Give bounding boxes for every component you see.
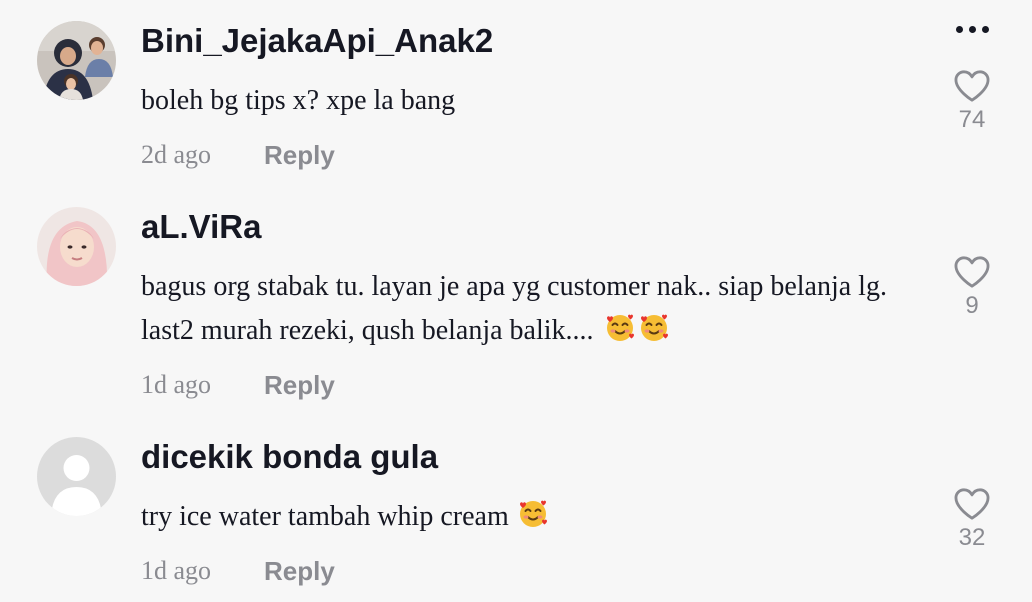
comment-meta: 2d ago Reply	[141, 138, 335, 172]
heart-outline-icon	[953, 69, 991, 103]
comment-text-content: try ice water tambah whip cream	[141, 501, 509, 532]
comment-meta: 1d ago Reply	[141, 368, 335, 402]
like-count: 32	[958, 524, 986, 551]
comment-username[interactable]: dicekik bonda gula	[141, 437, 438, 477]
avatar[interactable]	[37, 21, 116, 100]
comment-text: boleh bg tips x? xpe la bang	[141, 79, 901, 123]
more-options-button[interactable]	[948, 18, 996, 40]
reply-button[interactable]: Reply	[264, 370, 335, 401]
avatar[interactable]	[37, 207, 116, 286]
heart-outline-icon	[953, 487, 991, 521]
comment-meta: 1d ago Reply	[141, 554, 335, 588]
reply-button[interactable]: Reply	[264, 556, 335, 587]
like-count: 9	[965, 292, 979, 319]
comment-text-content: bagus org stabak tu. layan je apa yg cus…	[141, 271, 887, 346]
comment-text: try ice water tambah whip cream	[141, 495, 901, 539]
smiling-face-with-hearts-icon	[604, 311, 636, 343]
more-dot	[955, 25, 963, 33]
comment-text-content: boleh bg tips x? xpe la bang	[141, 85, 456, 116]
like-button[interactable]: 9	[942, 255, 1002, 320]
comment-time: 1d ago	[141, 556, 212, 585]
like-button[interactable]: 32	[942, 487, 1002, 552]
more-dot	[981, 25, 989, 33]
comment-time: 1d ago	[141, 370, 212, 399]
comment-time: 2d ago	[141, 140, 212, 169]
comment-text: bagus org stabak tu. layan je apa yg cus…	[141, 265, 901, 353]
smiling-face-with-hearts-icon	[517, 497, 549, 529]
more-dot	[968, 25, 976, 33]
comment-username[interactable]: Bini_JejakaApi_Anak2	[141, 21, 493, 61]
comments-screen: Bini_JejakaApi_Anak2 boleh bg tips x? xp…	[0, 0, 1032, 602]
comment-username[interactable]: aL.ViRa	[141, 207, 261, 247]
reply-button[interactable]: Reply	[264, 140, 335, 171]
avatar[interactable]	[37, 437, 116, 516]
smiling-face-with-hearts-icon	[638, 311, 670, 343]
like-button[interactable]: 74	[942, 69, 1002, 134]
heart-outline-icon	[953, 255, 991, 289]
like-count: 74	[958, 106, 986, 133]
